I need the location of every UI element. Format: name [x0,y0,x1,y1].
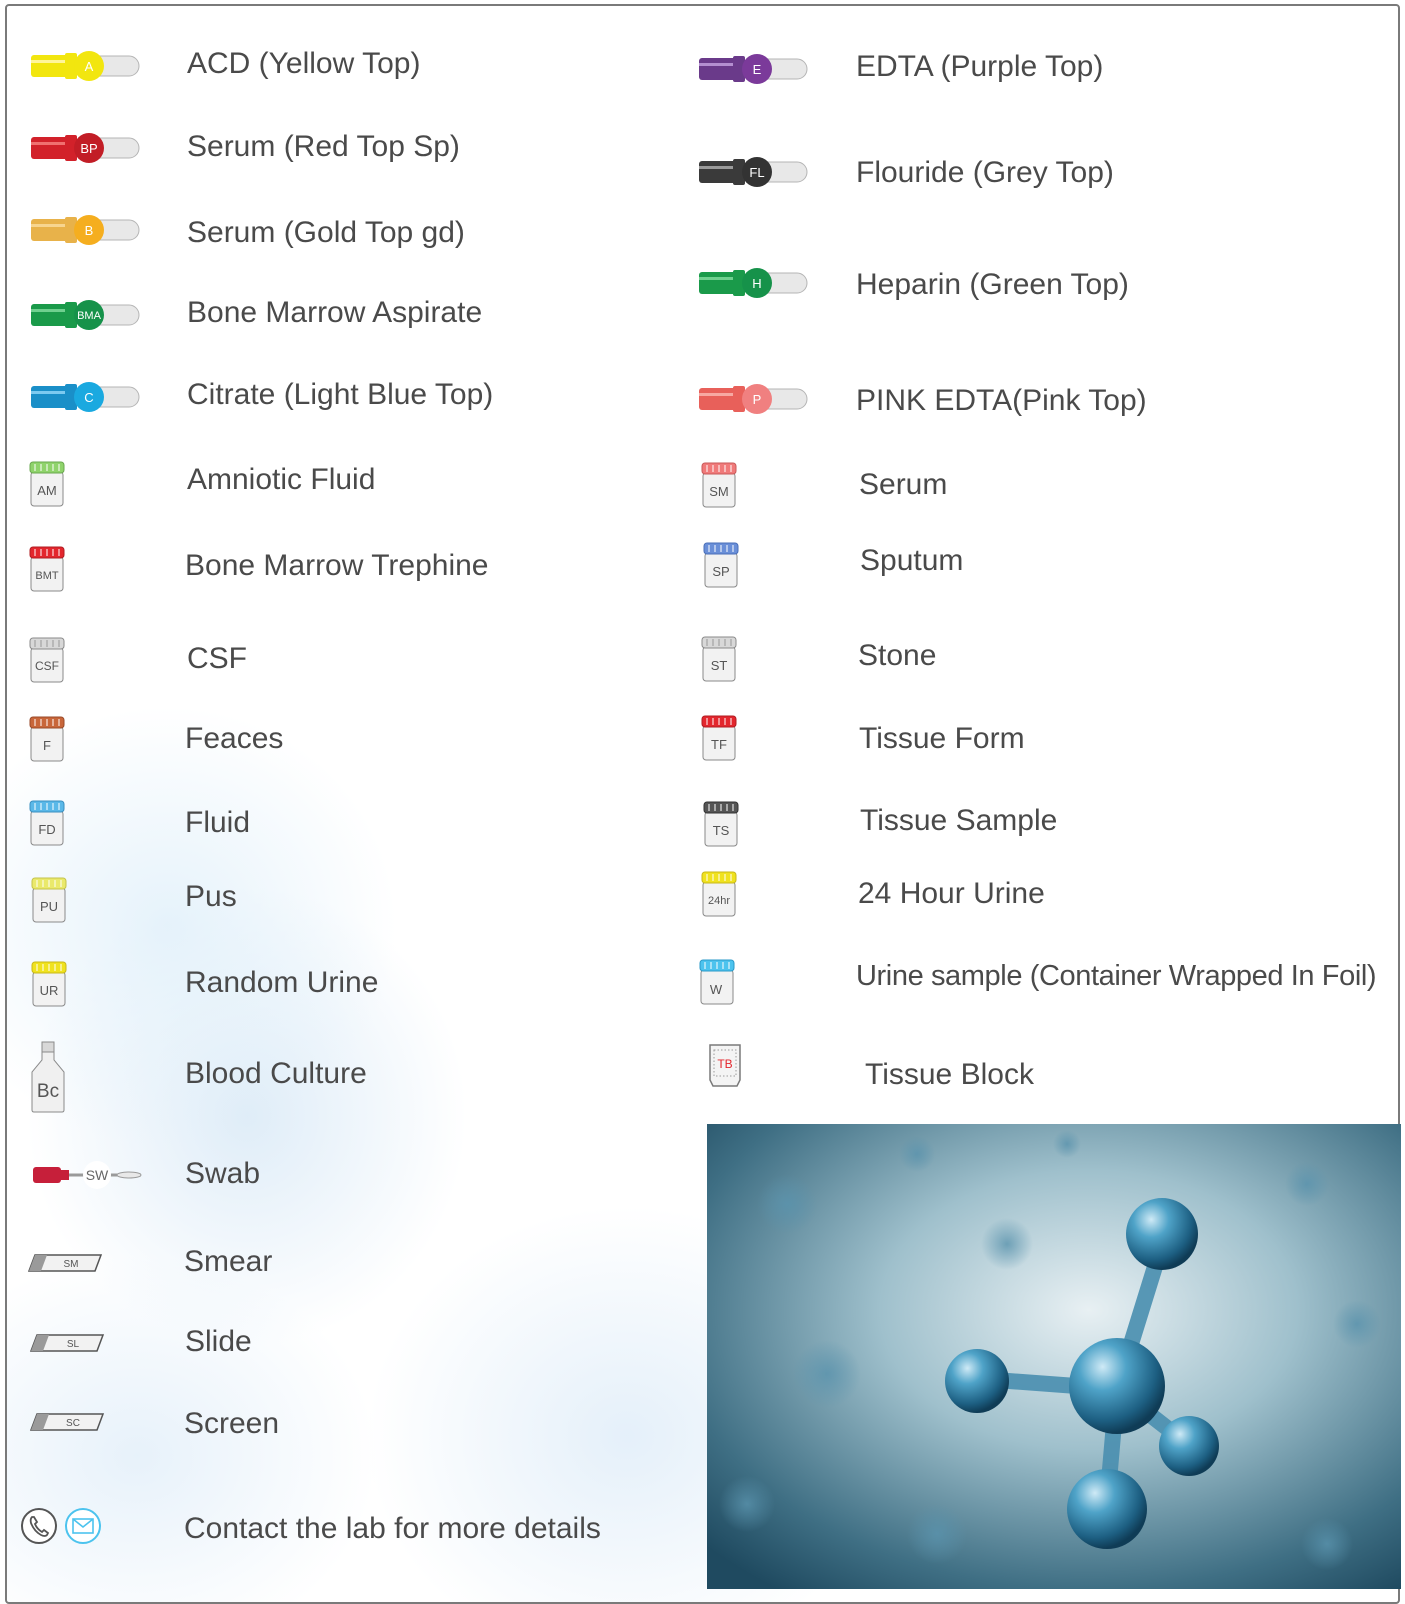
tube-icon: FL [699,157,808,187]
svg-text:Bc: Bc [37,1081,59,1102]
legend-label: Stone [858,639,937,672]
pot-icon: PU [31,877,67,923]
pot-icon: TF [701,715,737,761]
svg-text:TS: TS [713,823,730,838]
svg-text:SM: SM [709,484,729,499]
pot-icon: AM [29,461,65,507]
molecule-image [707,1124,1401,1589]
legend-label: Sputum [860,544,964,577]
legend-label: Urine sample (Container Wrapped In Foil) [856,960,1377,992]
svg-text:UR: UR [40,983,59,998]
svg-text:W: W [710,982,723,997]
svg-text:TF: TF [711,737,727,752]
legend-label: Feaces [185,722,284,755]
svg-text:SL: SL [67,1339,80,1350]
legend-label: Smear [184,1245,273,1278]
legend-label: 24 Hour Urine [858,877,1045,910]
legend-label: CSF [187,642,247,675]
svg-text:SP: SP [712,564,729,579]
legend-label: Citrate (Light Blue Top) [187,378,494,411]
legend-label: ACD (Yellow Top) [187,47,421,80]
legend-label: Tissue Form [859,722,1025,755]
legend-label: Amniotic Fluid [187,463,376,496]
legend-label: Slide [185,1325,252,1358]
svg-text:BP: BP [80,141,97,156]
pot-icon: BMT [29,546,65,592]
legend-label: Flouride (Grey Top) [856,156,1114,189]
svg-text:F: F [43,738,51,753]
pot-icon: UR [31,961,67,1007]
svg-text:ST: ST [711,658,728,673]
pot-icon: TS [703,801,739,847]
phone-icon[interactable] [19,1506,59,1546]
pot-icon: W [699,959,735,1005]
legend-label: Bone Marrow Trephine [185,549,489,582]
legend-label: Pus [185,880,237,913]
legend-label: EDTA (Purple Top) [856,50,1104,83]
slide-icon: SC [29,1413,105,1431]
legend-label: Tissue Block [865,1058,1034,1091]
legend-label: PINK EDTA(Pink Top) [856,384,1147,417]
tube-icon: A [31,51,140,81]
legend-label: Tissue Sample [860,804,1058,837]
svg-text:FD: FD [38,822,55,837]
legend-label: Bone Marrow Aspirate [187,296,483,329]
slide-icon: SM [27,1254,103,1272]
svg-text:E: E [753,62,762,77]
svg-text:PU: PU [40,899,58,914]
svg-text:SC: SC [66,1418,80,1429]
legend-label: Swab [185,1157,261,1190]
svg-text:P: P [753,392,762,407]
svg-text:24hr: 24hr [708,895,730,907]
tube-icon: BP [31,133,140,163]
svg-text:H: H [752,276,761,291]
legend-label: Fluid [185,806,251,839]
svg-text:SW: SW [86,1167,109,1183]
pot-icon: SM [701,462,737,508]
contact-text: Contact the lab for more details [184,1512,601,1545]
swab-icon: SW [33,1161,142,1189]
svg-text:A: A [85,59,94,74]
svg-text:C: C [84,390,93,405]
pot-icon: 24hr [701,871,737,917]
tube-icon: B [31,215,140,245]
svg-text:AM: AM [37,483,57,498]
legend-label: Serum [859,468,948,501]
svg-text:TB: TB [717,1057,732,1071]
svg-text:BMA: BMA [77,310,102,322]
pot-icon: ST [701,636,737,682]
block-icon: TB [709,1044,741,1087]
legend-label: Blood Culture [185,1057,367,1090]
legend-label: Screen [184,1407,280,1440]
pot-icon: FD [29,800,65,846]
legend-label: Heparin (Green Top) [856,268,1129,301]
email-icon[interactable] [63,1506,103,1546]
svg-text:B: B [85,223,94,238]
tube-icon: BMA [31,300,140,330]
tube-icon: P [699,384,808,414]
pot-icon: CSF [29,637,65,683]
legend-label: Serum (Red Top Sp) [187,130,460,163]
svg-text:FL: FL [749,165,764,180]
svg-text:SM: SM [64,1259,79,1270]
pot-icon: SP [703,542,739,588]
tube-icon: H [699,268,808,298]
bottle-icon: Bc [31,1041,65,1113]
slide-icon: SL [29,1334,105,1352]
svg-text:BMT: BMT [35,570,59,582]
pot-icon: F [29,716,65,762]
tube-icon: E [699,54,808,84]
legend-label: Serum (Gold Top gd) [187,216,465,249]
tube-icon: C [31,382,140,412]
svg-text:CSF: CSF [35,659,59,673]
legend-label: Random Urine [185,966,379,999]
